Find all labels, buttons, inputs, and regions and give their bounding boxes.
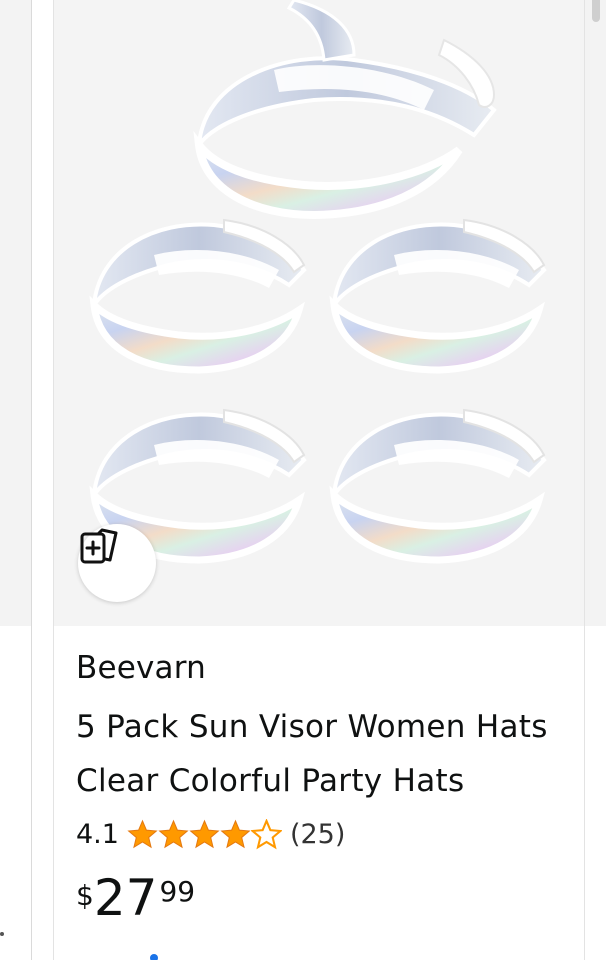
- visor-small-2: [329, 218, 547, 374]
- compare-cards-icon: [80, 528, 118, 564]
- indicator-dot: [150, 954, 158, 960]
- previous-product-card[interactable]: [0, 0, 32, 960]
- product-image[interactable]: [54, 0, 584, 626]
- star-icon: [250, 818, 282, 849]
- results-page: Beevarn 5 Pack Sun Visor Women Hats Clea…: [0, 0, 606, 960]
- review-count[interactable]: (25): [290, 819, 345, 850]
- next-product-image[interactable]: [585, 0, 606, 626]
- price-fraction: 99: [159, 875, 196, 908]
- price-currency: $: [76, 879, 94, 912]
- visor-large: [193, 0, 497, 220]
- product-title[interactable]: 5 Pack Sun Visor Women Hats Clear Colorf…: [76, 700, 556, 808]
- rating-value: 4.1: [76, 818, 119, 850]
- visor-small-4: [329, 408, 547, 564]
- next-product-card[interactable]: [584, 0, 606, 960]
- visor-small-1: [89, 218, 307, 374]
- product-card[interactable]: Beevarn 5 Pack Sun Visor Women Hats Clea…: [53, 0, 585, 960]
- star-icon: [158, 819, 189, 848]
- product-brand: Beevarn: [76, 650, 207, 686]
- previous-product-dot: [0, 932, 4, 936]
- rating-row[interactable]: 4.1 (25): [76, 814, 566, 854]
- price-whole: 27: [93, 869, 158, 927]
- star-icon: [220, 819, 251, 848]
- star-icon: [189, 819, 220, 848]
- previous-product-image[interactable]: [0, 0, 31, 626]
- compare-button[interactable]: [78, 524, 156, 602]
- star-rating: [127, 818, 282, 850]
- star-icon: [127, 819, 158, 848]
- price: $ 27 99: [76, 870, 566, 930]
- product-info: Beevarn 5 Pack Sun Visor Women Hats Clea…: [76, 648, 566, 930]
- next-product-pill: [592, 0, 600, 22]
